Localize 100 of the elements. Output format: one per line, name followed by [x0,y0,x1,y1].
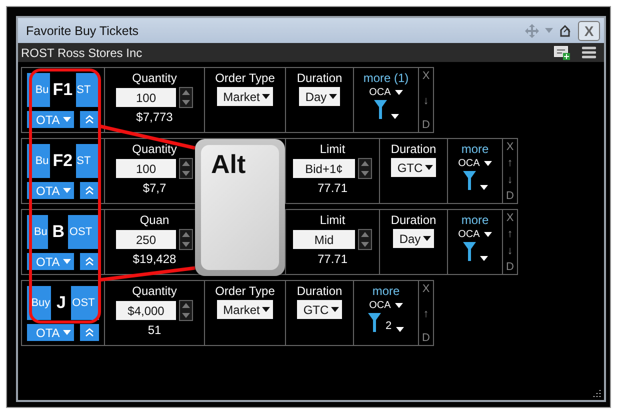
caret-icon [545,28,553,33]
field-label: Limit [320,213,346,227]
field-label: Order Type [215,71,275,85]
filter-icon [462,171,476,190]
ticket-action-button[interactable]: D [506,190,514,203]
double-chevron-icon [84,186,94,195]
amount-text: $7,773 [136,110,173,124]
ticket-action-button[interactable]: X [506,141,514,154]
collapse-button[interactable] [80,182,99,199]
filter-icon [368,313,382,332]
field-label: Duration [296,71,342,85]
ticket-action-button[interactable]: ↓ [507,244,513,258]
field-label: Limit [320,142,346,156]
field-label: Duration [390,213,436,227]
filter-dropdown[interactable] [374,100,398,119]
field-label: Quantity [132,142,177,156]
collapse-button[interactable] [80,111,99,128]
oca-dropdown[interactable]: OCA [369,87,403,98]
buy-button[interactable]: Bu F2 ST [27,144,99,178]
caret-icon [62,259,71,264]
duration-dropdown[interactable]: Day [299,87,340,106]
quantity-field[interactable]: 100 [116,159,176,178]
spinner-icon[interactable] [179,87,193,108]
limit-field[interactable]: Mid [293,230,355,249]
ticket-action-button[interactable]: ↓ [423,94,429,108]
more-link[interactable]: more [461,213,489,227]
caret-icon [480,256,488,261]
spinner-icon[interactable] [358,158,372,179]
buy-button[interactable]: Buy J OST [27,286,99,320]
ticket-action-button[interactable]: X [506,212,514,225]
add-ticket-icon[interactable] [554,46,570,60]
field-label: Duration [390,142,436,156]
ticket-action-button[interactable]: D [422,119,430,132]
key-label: Alt [211,149,246,179]
amount-text: 51 [148,323,162,337]
collapse-button[interactable] [80,253,99,270]
more-link[interactable]: more (1) [363,71,409,85]
duration-dropdown[interactable]: Day [393,229,434,248]
hotkey-label: J [51,286,72,320]
ticket-action-button[interactable]: X [422,283,430,296]
ticket-action-button[interactable]: ↑ [507,228,513,242]
caret-icon [328,94,337,99]
quantity-field[interactable]: 250 [116,230,176,249]
amount-text: $7,7 [142,181,166,195]
duration-dropdown[interactable]: GTC [391,158,436,177]
caret-icon [396,327,404,332]
spinner-icon[interactable] [358,229,372,250]
field-label: Order Type [215,284,275,298]
field-label: Quantity [132,284,177,298]
close-button[interactable]: X [578,20,600,40]
caret-icon [424,165,433,170]
filter-dropdown[interactable] [462,242,488,261]
ticket-action-button[interactable]: D [422,332,430,345]
caret-icon [422,236,431,241]
hotkey-label: F1 [50,73,76,107]
buy-button[interactable]: Bu F1 ST [27,73,99,107]
caret-icon [394,303,403,308]
oca-dropdown[interactable]: OCA [369,300,403,311]
oca-dropdown[interactable]: OCA [458,229,492,240]
caret-icon [480,185,488,190]
ticket-action-button[interactable]: ↑ [423,308,429,320]
caret-icon [484,161,492,166]
more-link[interactable]: more [372,284,400,298]
spinner-icon[interactable] [179,158,193,179]
hotkey-label: F2 [50,144,76,178]
collapse-button[interactable] [80,324,99,341]
resize-grip-icon[interactable] [592,388,602,398]
filter-icon [462,242,476,261]
double-chevron-icon [84,257,94,266]
amount-text: $19,428 [132,252,176,266]
menu-icon[interactable] [582,46,596,59]
hotkey-label: B [48,215,68,249]
caret-icon [62,188,71,193]
caret-icon [330,307,339,312]
more-link[interactable]: more [461,142,489,156]
filter-dropdown[interactable] [462,171,488,190]
ticket-action-button[interactable]: X [422,70,430,83]
double-chevron-icon [84,115,94,124]
price-text: 77.71 [317,181,348,195]
order-type-dropdown[interactable]: Market [217,87,273,106]
window-title: Favorite Buy Tickets [26,24,140,38]
filter-icon [374,100,386,119]
quantity-field[interactable]: $4,000 [116,301,176,320]
field-label: Quan [140,213,170,227]
price-text: 77.71 [317,252,348,266]
duration-dropdown[interactable]: GTC [297,300,342,319]
caret-icon [390,114,398,119]
spinner-icon[interactable] [179,229,193,250]
filter-dropdown[interactable]: 2 [368,313,404,332]
buy-button[interactable]: Bu B OST [27,215,99,249]
limit-field[interactable]: Bid+1¢ [293,159,355,178]
oca-dropdown[interactable]: OCA [458,158,492,169]
spinner-icon[interactable] [179,300,193,321]
ticket-action-button[interactable]: ↓ [507,174,513,187]
order-type-dropdown[interactable]: Market [217,300,273,319]
ticket-action-button[interactable]: D [506,260,514,274]
quantity-field[interactable]: 100 [116,88,176,107]
field-label: Quantity [132,71,177,85]
caret-icon [394,90,403,95]
ticket-action-button[interactable]: ↑ [507,157,513,170]
